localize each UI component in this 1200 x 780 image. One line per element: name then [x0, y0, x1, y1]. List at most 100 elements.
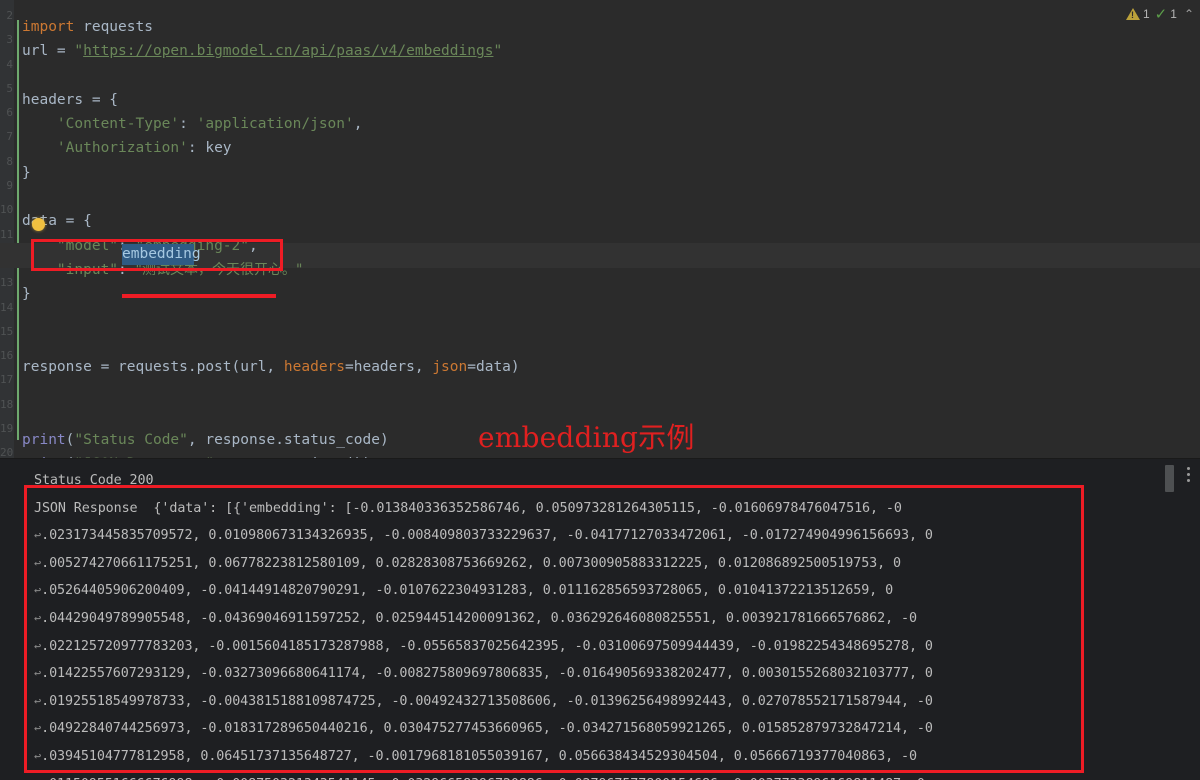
source-code[interactable]: import requests url = "https://open.bigmo…: [22, 0, 1182, 472]
code-token: 'Authorization': [56, 140, 188, 157]
line-number: 19: [0, 422, 14, 436]
console-line-text: Status Code 200: [34, 473, 154, 488]
code-line[interactable]: [22, 307, 1182, 331]
code-token: print: [22, 432, 66, 449]
code-token: , response.status_code): [187, 432, 389, 449]
ide-window: 23456789101112131415161718192021 import …: [0, 0, 1200, 780]
code-token: "input": [56, 261, 119, 278]
kebab-menu-icon[interactable]: [1182, 467, 1194, 482]
line-number: 9: [6, 179, 13, 193]
code-token: url =: [22, 43, 75, 60]
console-line-text: .023173445835709572, 0.01098067313432693…: [41, 528, 933, 544]
inspection-status-widget[interactable]: 1 ✓ 1 ⌃: [1125, 4, 1194, 24]
code-line[interactable]: [22, 64, 1182, 88]
code-token: headers: [283, 359, 346, 376]
code-token: =data): [467, 359, 520, 376]
code-line[interactable]: [22, 379, 1182, 403]
chevron-up-icon[interactable]: ⌃: [1184, 7, 1194, 21]
console-line-text: .04429049789905548, -0.04369046911597252…: [41, 610, 917, 626]
line-number: 15: [0, 324, 14, 338]
line-number: 18: [0, 397, 14, 411]
console-line: Status Code 200: [34, 467, 1154, 495]
code-token: response = requests.post(url,: [22, 359, 284, 376]
check-status[interactable]: ✓ 1: [1155, 7, 1177, 22]
red-underline-input-value: [122, 294, 276, 298]
console-line: ↩.04429049789905548, -0.0436904691159725…: [34, 605, 1154, 633]
code-token: "embedding-2": [135, 237, 250, 254]
line-number: 6: [6, 106, 13, 120]
code-line[interactable]: "model": "embedding-2",: [22, 234, 1182, 258]
console-line: JSON Response {'data': [{'embedding': [-…: [34, 495, 1154, 523]
intention-bulb-icon[interactable]: [32, 218, 45, 231]
code-line[interactable]: [22, 331, 1182, 355]
line-number: 3: [6, 33, 13, 47]
code-token: :: [118, 237, 136, 254]
line-number: 20: [0, 446, 14, 458]
line-number: 7: [6, 130, 13, 144]
code-token: ,: [353, 116, 363, 133]
code-token: https://open.bigmodel.cn/api/paas/v4/emb…: [83, 43, 494, 60]
console-output: Status Code 200 JSON Response {'data': [{…: [34, 467, 1154, 780]
line-number: 16: [0, 349, 14, 363]
line-number: 4: [6, 57, 13, 71]
console-line: ↩.03945104777812958, 0.06451737135648727…: [34, 743, 1154, 771]
code-line[interactable]: import requests: [22, 15, 1182, 39]
warning-status[interactable]: 1: [1125, 7, 1150, 21]
console-line: ↩.01422557607293129, -0.0327309668064117…: [34, 660, 1154, 688]
code-token: : key: [187, 140, 232, 157]
run-console-pane[interactable]: Status Code 200 JSON Response {'data': [{…: [0, 458, 1200, 780]
code-token: "model": [56, 237, 119, 254]
line-number: 13: [0, 276, 14, 290]
console-line-text: .04922840744256973, -0.01831728965044021…: [41, 721, 933, 737]
line-number: 10: [0, 203, 14, 217]
console-line-text: .005274270661175251, 0.06778223812580109…: [41, 555, 902, 571]
console-line: ↩.04922840744256973, -0.0183172896504402…: [34, 715, 1154, 743]
code-line[interactable]: url = "https://open.bigmodel.cn/api/paas…: [22, 39, 1182, 63]
code-line[interactable]: [22, 185, 1182, 209]
code-token: }: [22, 164, 31, 181]
code-token: }: [22, 286, 31, 303]
code-token: json: [432, 359, 468, 376]
code-token: 'Content-Type': [56, 116, 180, 133]
annotation-caption: embedding示例: [478, 421, 695, 454]
console-line: ↩.022125720977783203, -0.001560418517328…: [34, 633, 1154, 661]
code-token: headers = {: [22, 91, 119, 108]
warning-triangle-icon: [1125, 8, 1140, 20]
code-token: ": [74, 43, 84, 60]
console-line: ↩.01925518549978733, -0.0043815188109874…: [34, 688, 1154, 716]
console-line: ↩.023173445835709572, 0.0109806731343269…: [34, 522, 1154, 550]
code-token: ,: [249, 237, 258, 254]
console-line-text: .01422557607293129, -0.03273096680641174…: [41, 666, 933, 682]
line-number-gutter: 23456789101112131415161718192021: [0, 0, 14, 458]
console-scrollbar[interactable]: [1165, 465, 1174, 492]
console-line-text: .05264405906200409, -0.04144914820790291…: [41, 583, 894, 599]
console-line-text: .022125720977783203, -0.0015604185173287…: [41, 638, 933, 654]
check-count: 1: [1170, 7, 1177, 21]
check-mark-icon: ✓: [1154, 5, 1168, 23]
code-line[interactable]: 'Authorization': key: [22, 136, 1182, 160]
code-token: =headers,: [345, 359, 433, 376]
code-token: 'application/json': [196, 116, 354, 133]
code-editor-pane[interactable]: 23456789101112131415161718192021 import …: [0, 0, 1200, 472]
code-token: import: [22, 19, 84, 35]
console-line: ↩.011509551666676998, -0.008750321343541…: [34, 771, 1154, 780]
line-number: 12: [0, 251, 14, 265]
code-token: :: [118, 261, 136, 278]
code-line[interactable]: response = requests.post(url, headers=he…: [22, 355, 1182, 379]
console-line-text: .011509551666676998, -0.0087503213435411…: [41, 777, 925, 780]
console-line: ↩.005274270661175251, 0.0677822381258010…: [34, 550, 1154, 578]
line-number: 17: [0, 373, 14, 387]
code-line[interactable]: }: [22, 161, 1182, 185]
code-line[interactable]: "input": "测试文本，今天很开心。": [22, 258, 1182, 282]
code-token: "Status Code": [74, 432, 188, 449]
line-number: 11: [0, 227, 14, 241]
code-token: ": [493, 43, 503, 60]
console-line-text: JSON Response {'data': [{'embedding': [-…: [34, 500, 902, 516]
code-line[interactable]: data = {: [22, 209, 1182, 233]
warning-count: 1: [1142, 7, 1150, 21]
code-line[interactable]: 'Content-Type': 'application/json',: [22, 112, 1182, 136]
code-line[interactable]: headers = {: [22, 88, 1182, 112]
